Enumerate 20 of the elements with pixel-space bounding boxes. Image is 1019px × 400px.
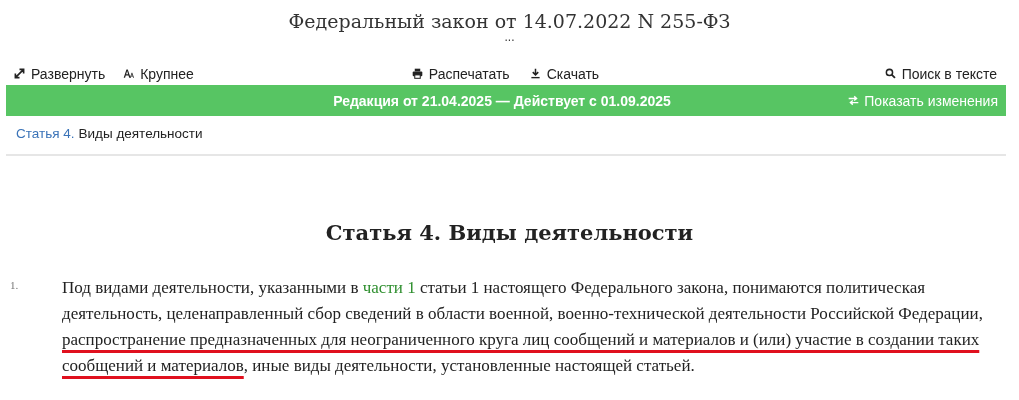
document-title: Федеральный закон от 14.07.2022 N 255-ФЗ — [288, 9, 731, 33]
edition-status: Редакция от 21.04.2025 — Действует с 01.09.2025 — [333, 92, 671, 109]
item-number: 1. — [10, 278, 20, 293]
font-size-icon — [123, 68, 135, 79]
more-link[interactable]: ... — [504, 33, 515, 41]
toolbar-button[interactable]: Поиск в тексте — [884, 65, 997, 82]
expand-icon — [14, 68, 25, 79]
toolbar-button[interactable]: Скачать — [529, 65, 600, 82]
search-icon — [884, 68, 896, 79]
toolbar-button[interactable]: Распечатать — [411, 65, 510, 82]
download-icon — [529, 68, 541, 79]
article-heading: Статья 4. Виды деятельности — [324, 219, 695, 247]
toolbar-button[interactable]: Развернуть — [14, 65, 106, 82]
article-paragraph: Под видами деятельности, указанными в части 1 статьи 1 настоящего Федерального закона, понимаются политическая деятельность, целенаправленный сбор сведений в области военной, военно-технической деятельности Российской Федерации, распространение предназначенных для неограниченного круга лиц сообщений и материалов и (или) участие в создании таких сообщений и материалов, иные виды деятельности, установленные настоящей статьей. — [62, 277, 984, 377]
toolbar-button[interactable]: Крупнее — [123, 65, 194, 82]
breadcrumb-current: Виды деятельности — [78, 126, 203, 141]
printer-icon — [411, 68, 423, 79]
breadcrumb-link[interactable]: Статья 4. — [16, 126, 75, 141]
swap-arrows-icon — [848, 95, 860, 106]
reference-link[interactable]: части 1 — [362, 278, 416, 297]
